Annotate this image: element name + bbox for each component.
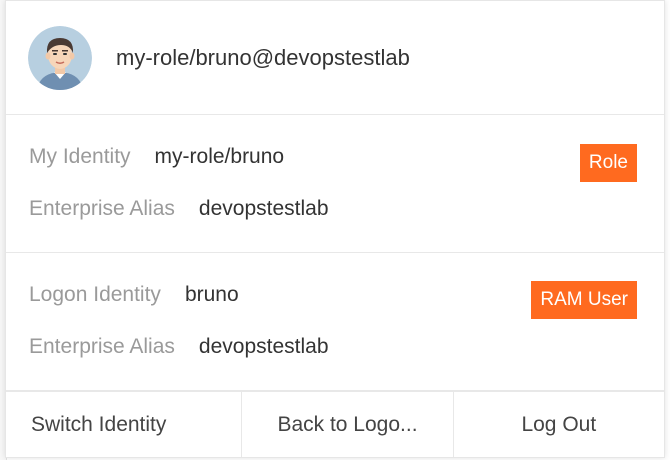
user-avatar-icon [28,25,92,90]
my-identity-row: My Identity my-role/bruno [29,145,284,169]
logon-enterprise-alias-row: Enterprise Alias devopstestlab [29,335,329,359]
popover-header: my-role/bruno@devopstestlab [6,1,664,115]
enterprise-alias-label: Enterprise Alias [29,197,175,220]
my-identity-section: My Identity my-role/bruno Enterprise Ali… [6,115,664,253]
avatar [28,25,92,90]
logon-enterprise-alias-label: Enterprise Alias [29,335,175,358]
role-badge: Role [579,144,637,182]
my-identity-label: My Identity [29,145,131,168]
back-to-logon-button[interactable]: Back to Logo... [242,392,454,457]
enterprise-alias-row: Enterprise Alias devopstestlab [29,197,329,221]
log-out-button[interactable]: Log Out [454,392,664,457]
logon-identity-row: Logon Identity bruno [29,283,239,307]
popover-footer: Switch Identity Back to Logo... Log Out [6,391,664,457]
identity-popover: my-role/bruno@devopstestlab My Identity … [5,0,665,458]
ram-user-badge: RAM User [531,281,637,319]
switch-identity-button[interactable]: Switch Identity [6,392,243,457]
my-identity-value: my-role/bruno [154,145,285,168]
logon-enterprise-alias-value: devopstestlab [198,335,329,358]
logon-identity-value: bruno [184,283,239,306]
logon-identity-section: Logon Identity bruno Enterprise Alias de… [6,253,664,391]
enterprise-alias-value: devopstestlab [198,197,329,220]
logon-identity-label: Logon Identity [29,283,161,306]
account-name: my-role/bruno@devopstestlab [116,44,410,70]
